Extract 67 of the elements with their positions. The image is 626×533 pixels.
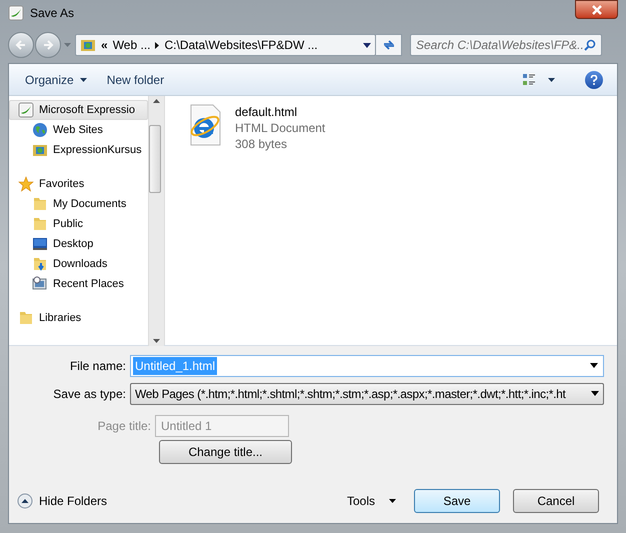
breadcrumb-item[interactable]: C:\Data\Websites\FP&DW ...	[164, 36, 318, 54]
globe-icon	[32, 122, 48, 138]
dropdown-caret-icon	[590, 363, 598, 368]
refresh-button[interactable]	[376, 34, 402, 56]
search-field[interactable]: Search C:\Data\Websites\FP&...	[410, 34, 602, 56]
dropdown-caret-icon	[363, 42, 371, 48]
change-title-button[interactable]: Change title...	[159, 440, 292, 464]
expression-logo-icon	[8, 5, 24, 21]
new-folder-button[interactable]: New folder	[98, 68, 172, 92]
cancel-button[interactable]: Cancel	[513, 489, 599, 513]
field-label: File name:	[68, 358, 127, 374]
file-type-dropdown[interactable]: Web Pages (*.htm;*.html;*.shtml;*.shtm;*.stm;*.asp;*.aspx;*.master;*.dwt;*.htt;*.inc;*.ht	[130, 382, 604, 404]
back-arrow-icon	[15, 39, 27, 51]
sidebar-item[interactable]: Web Sites	[9, 120, 148, 140]
close-button[interactable]	[575, 0, 618, 19]
field-label: Save as type:	[52, 386, 127, 402]
file-size: 308 bytes	[235, 136, 288, 152]
sidebar-item[interactable]: My Documents	[9, 194, 148, 214]
scroll-down-icon	[153, 339, 160, 343]
back-button[interactable]	[8, 32, 34, 58]
expression-logo-icon	[18, 102, 34, 118]
scroll-up-icon	[153, 99, 160, 103]
sidebar-item[interactable]: Favorites	[9, 174, 148, 194]
breadcrumb-arrow-icon	[155, 42, 160, 48]
help-icon	[590, 74, 598, 84]
website-icon	[32, 142, 48, 158]
caret-icon	[64, 43, 70, 47]
file-name[interactable]: default.html	[235, 104, 326, 120]
window-title: Save As	[30, 5, 74, 22]
website-icon	[80, 37, 96, 53]
tools-button[interactable]: Tools	[346, 492, 396, 510]
star-icon	[18, 176, 34, 192]
search-icon	[584, 39, 596, 51]
overflow-chevron[interactable]: «	[101, 36, 108, 54]
file-type: HTML Document	[235, 120, 326, 136]
caret-icon	[548, 78, 555, 82]
hide-folders-button[interactable]: Hide Folders	[17, 492, 108, 510]
folder-icon	[18, 310, 34, 326]
desktop-icon	[32, 236, 48, 252]
refresh-icon	[382, 39, 396, 51]
folder-icon	[32, 216, 48, 232]
forward-arrow-icon	[42, 39, 54, 51]
help-button[interactable]	[585, 70, 603, 88]
recent-places-icon	[32, 276, 48, 292]
field-label: Page title:	[96, 418, 152, 434]
sidebar-item[interactable]: Public	[9, 214, 148, 234]
scrollbar-thumb[interactable]	[149, 125, 161, 193]
view-list-icon	[522, 72, 536, 86]
sidebar-item[interactable]: Recent Places	[9, 274, 148, 294]
sidebar-item[interactable]: Desktop	[9, 234, 148, 254]
caret-icon	[389, 499, 396, 503]
save-button[interactable]: Save	[414, 489, 500, 513]
dropdown-caret-icon	[591, 391, 599, 396]
folder-icon	[32, 196, 48, 212]
address-bar[interactable]: « Web ... C:\Data\Websites\FP&DW ...	[75, 34, 376, 56]
sidebar-item[interactable]: ExpressionKursus	[9, 140, 148, 160]
download-folder-icon	[32, 256, 48, 272]
collapse-icon	[17, 493, 33, 509]
sidebar-item[interactable]: Libraries	[9, 308, 148, 328]
breadcrumb-item[interactable]: Web ...	[112, 36, 150, 54]
caret-icon	[80, 78, 87, 82]
close-icon	[592, 4, 602, 14]
forward-button[interactable]	[35, 32, 61, 58]
sidebar-item[interactable]: Downloads	[9, 254, 148, 274]
sidebar-item[interactable]: Microsoft Expressio	[9, 100, 148, 120]
page-title-field: Untitled 1	[155, 414, 289, 436]
organize-button[interactable]: Organize	[17, 68, 95, 92]
